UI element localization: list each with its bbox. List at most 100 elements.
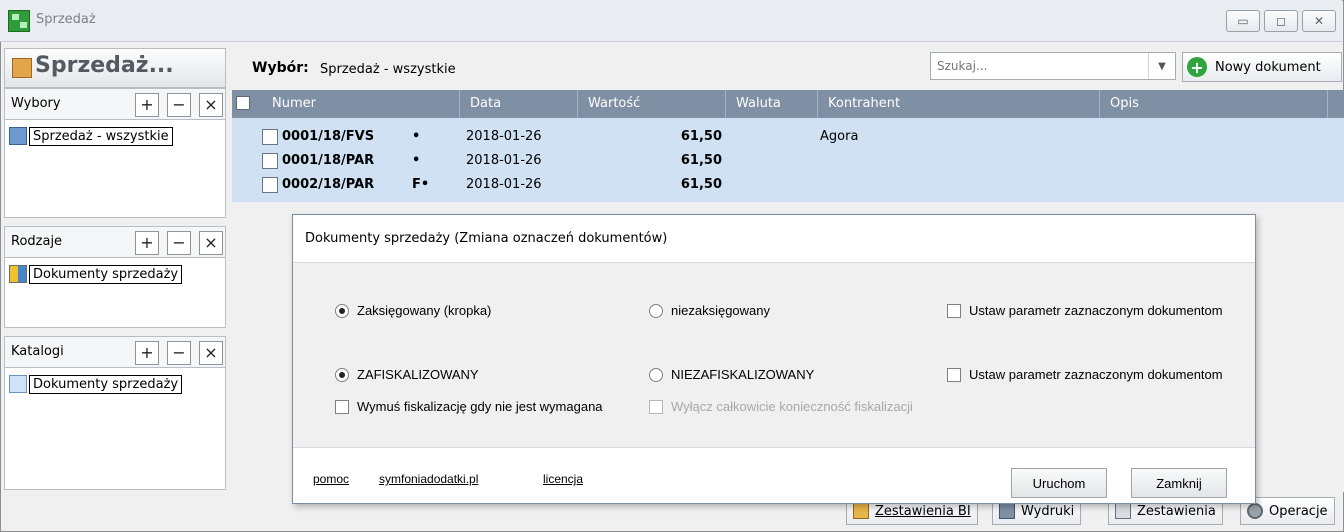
new-document-button[interactable]: + Nowy dokument <box>1182 52 1342 82</box>
unfiscalized-label: NIEZAFISKALIZOWANY <box>671 367 815 382</box>
list-item[interactable]: Sprzedaż - wszystkie <box>9 124 173 148</box>
folder-icon <box>9 375 27 393</box>
column-header-number[interactable]: Numer <box>262 90 460 118</box>
document-table-body: 0001/18/FVS • 2018-01-26 61,50 Agora 000… <box>232 118 1344 202</box>
minus-icon: − <box>172 95 186 114</box>
table-row[interactable]: 0001/18/PAR • 2018-01-26 61,50 <box>232 150 1344 172</box>
close-dialog-button[interactable]: Zamknij <box>1131 468 1227 498</box>
minus-icon: − <box>172 343 186 362</box>
row-number: 0002/18/PAR <box>282 177 375 192</box>
apply-posting-label: Ustaw parametr zaznaczonym dokumentom <box>969 303 1223 318</box>
select-all-checkbox[interactable] <box>236 96 250 110</box>
row-checkbox[interactable] <box>262 177 278 193</box>
minimize-icon: ▭ <box>1237 14 1249 28</box>
chart-report-icon <box>1115 503 1131 519</box>
row-number: 0001/18/FVS <box>282 129 375 144</box>
bi-report-icon <box>853 503 869 519</box>
fiscalized-radio[interactable]: ZAFISKALIZOWANY <box>335 367 479 382</box>
module-header[interactable]: Sprzedaż... <box>4 48 226 88</box>
module-title: Sprzedaż... <box>35 53 174 78</box>
plus-icon: + <box>140 95 154 114</box>
list-item-label: Dokumenty sprzedaży <box>29 264 183 284</box>
close-catalog-button[interactable]: × <box>199 341 223 365</box>
license-link[interactable]: licencja <box>543 472 583 486</box>
radio-unselected-icon <box>649 303 663 318</box>
row-date: 2018-01-26 <box>466 153 542 168</box>
section-label: Katalogi <box>11 344 64 359</box>
selection-label: Wybór: <box>252 60 309 76</box>
remove-type-button[interactable]: − <box>167 231 191 255</box>
close-selection-button[interactable]: × <box>199 93 223 117</box>
add-catalog-button[interactable]: + <box>135 341 159 365</box>
close-icon: × <box>204 343 218 362</box>
checkbox-icon <box>947 303 961 318</box>
radio-selected-icon <box>335 303 349 318</box>
search-input[interactable] <box>931 53 1158 79</box>
window-title: Sprzedaż <box>36 12 96 27</box>
row-value: 61,50 <box>680 129 722 144</box>
section-katalogi-header: Katalogi + − × <box>4 336 226 368</box>
list-item[interactable]: Dokumenty sprzedaży <box>9 262 183 286</box>
maximize-button[interactable]: ◻ <box>1264 10 1298 32</box>
remove-catalog-button[interactable]: − <box>167 341 191 365</box>
plus-icon: + <box>140 233 154 252</box>
dialog-title-bar: Dokumenty sprzedaży (Zmiana oznaczeń dok… <box>293 215 1255 263</box>
section-katalogi-list: Dokumenty sprzedaży <box>4 368 226 490</box>
force-fiscal-label: Wymuś fiskalizację gdy nie jest wymagana <box>357 399 603 414</box>
section-rodzaje-list: Dokumenty sprzedaży <box>4 258 226 328</box>
unposted-label: niezaksięgowany <box>671 303 771 318</box>
column-header-currency[interactable]: Waluta <box>726 90 818 118</box>
column-header-contractor[interactable]: Kontrahent <box>818 90 1100 118</box>
plus-circle-icon: + <box>1187 57 1207 77</box>
column-header-description[interactable]: Opis <box>1100 90 1328 118</box>
maximize-icon: ◻ <box>1276 14 1286 28</box>
remove-selection-button[interactable]: − <box>167 93 191 117</box>
column-header-date[interactable]: Data <box>460 90 578 118</box>
printer-icon <box>999 503 1015 519</box>
checkbox-icon <box>947 367 961 382</box>
minimize-button[interactable]: ▭ <box>1226 10 1260 32</box>
section-label: Rodzaje <box>11 234 63 249</box>
row-flag: • <box>412 129 421 144</box>
chevron-down-icon: ▼ <box>1158 60 1166 72</box>
list-item-label: Dokumenty sprzedaży <box>29 374 183 394</box>
add-selection-button[interactable]: + <box>135 93 159 117</box>
add-type-button[interactable]: + <box>135 231 159 255</box>
close-icon: × <box>204 233 218 252</box>
row-date: 2018-01-26 <box>466 177 542 192</box>
posted-radio[interactable]: Zaksięgowany (kropka) <box>335 303 491 318</box>
force-fiscal-checkbox[interactable]: Wymuś fiskalizację gdy nie jest wymagana <box>335 399 603 414</box>
section-label: Wybory <box>11 96 61 111</box>
disable-fiscal-checkbox: Wyłącz całkowicie konieczność fiskalizac… <box>649 399 913 414</box>
close-icon: ✕ <box>1313 14 1325 28</box>
unposted-radio[interactable]: niezaksięgowany <box>649 303 770 318</box>
list-item[interactable]: Dokumenty sprzedaży <box>9 372 183 396</box>
zestawienia-label: Zestawienia <box>1137 503 1216 519</box>
table-row[interactable]: 0002/18/PAR F• 2018-01-26 61,50 <box>232 174 1344 196</box>
selection-value: Sprzedaż - wszystkie <box>320 62 456 77</box>
search-dropdown-button[interactable]: ▼ <box>1148 53 1175 79</box>
posted-label: Zaksięgowany (kropka) <box>357 303 492 318</box>
search-box: ▼ <box>930 52 1176 80</box>
row-checkbox[interactable] <box>262 153 278 169</box>
close-type-button[interactable]: × <box>199 231 223 255</box>
row-number: 0001/18/PAR <box>282 153 375 168</box>
row-value: 61,50 <box>680 153 722 168</box>
section-wybory-list: Sprzedaż - wszystkie <box>4 120 226 218</box>
radio-selected-icon <box>335 367 349 382</box>
row-flag: • <box>412 153 421 168</box>
apply-posting-checkbox[interactable]: Ustaw parametr zaznaczonym dokumentom <box>947 303 1223 318</box>
row-flag: F• <box>412 177 430 192</box>
table-row[interactable]: 0001/18/FVS • 2018-01-26 61,50 Agora <box>232 126 1344 148</box>
zestawienia-bi-label: Zestawienia BI <box>875 503 971 519</box>
row-checkbox[interactable] <box>262 129 278 145</box>
unfiscalized-radio[interactable]: NIEZAFISKALIZOWANY <box>649 367 814 382</box>
run-button[interactable]: Uruchom <box>1011 468 1107 498</box>
apply-fiscal-checkbox[interactable]: Ustaw parametr zaznaczonym dokumentom <box>947 367 1223 382</box>
help-link[interactable]: pomoc <box>313 472 349 486</box>
wydruki-label: Wydruki <box>1021 503 1075 519</box>
column-header-value[interactable]: Wartość <box>578 90 726 118</box>
close-window-button[interactable]: ✕ <box>1302 10 1336 32</box>
site-link[interactable]: symfoniadodatki.pl <box>379 472 478 486</box>
radio-unselected-icon <box>649 367 663 382</box>
